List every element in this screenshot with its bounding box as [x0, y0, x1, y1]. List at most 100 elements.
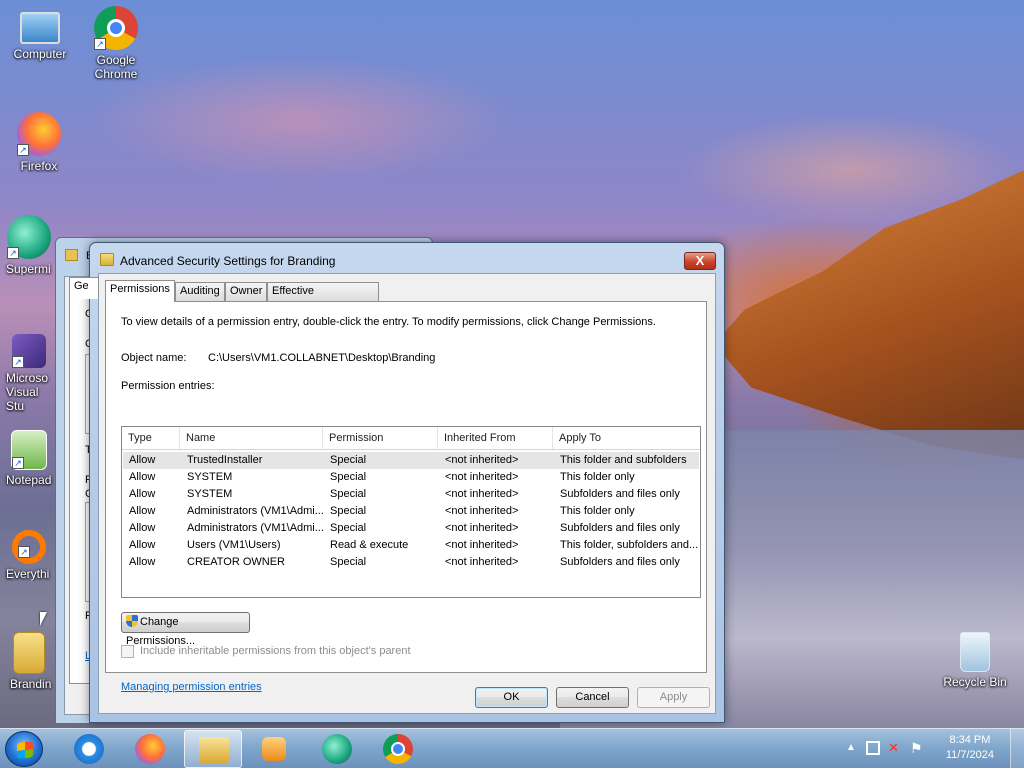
chrome-icon: ↗ [94, 6, 138, 50]
table-cell: Administrators (VM1\Admi... [187, 522, 324, 534]
button-label: Cancel [575, 691, 610, 703]
table-cell: Special [330, 505, 367, 517]
column-header-permission[interactable]: Permission [323, 427, 438, 449]
table-cell: Allow [129, 556, 156, 568]
desktop-icon-branding[interactable]: Brandin [0, 632, 58, 691]
taskbar-file-explorer[interactable] [184, 730, 242, 768]
taskbar-media-player[interactable] [245, 730, 303, 768]
show-desktop-button[interactable] [1010, 729, 1024, 769]
table-cell: This folder only [560, 471, 635, 483]
tab-auditing[interactable]: Auditing [175, 282, 225, 301]
column-label: Name [186, 432, 216, 444]
tab-label: Permissions [110, 283, 170, 295]
desktop-icon-recycle-bin[interactable]: Recycle Bin [936, 632, 1014, 689]
change-permissions-button[interactable]: Change Permissions... [121, 612, 250, 647]
table-row[interactable]: Allow SYSTEM Special <not inherited> This fo… [123, 469, 699, 486]
desktop-icon-label: Computer [13, 47, 67, 61]
button-label: OK [503, 691, 520, 703]
table-cell: Special [330, 454, 367, 466]
desktop-icon-chrome[interactable]: ↗ Google Chrome [78, 6, 154, 81]
taskbar: ▲ ✕ ⚑ 8:34 PM 11/7/2024 [0, 728, 1024, 769]
desktop-icon-notepad[interactable]: ↗ Notepad [0, 430, 58, 487]
managing-permission-entries-link[interactable]: Managing permission entries [121, 681, 262, 693]
table-row[interactable]: Allow SYSTEM Special <not inherited> Subfold… [123, 486, 699, 503]
volume-muted-icon[interactable]: ✕ [888, 740, 899, 756]
column-header-name[interactable]: Name [180, 427, 323, 449]
table-cell: SYSTEM [187, 488, 233, 500]
table-cell: This folder, subfolders and... [560, 539, 699, 551]
clock[interactable]: 8:34 PM 11/7/2024 [946, 733, 994, 763]
chrome-icon [383, 734, 413, 764]
table-cell: Administrators (VM1\Admi... [187, 505, 324, 517]
start-button[interactable] [5, 731, 43, 767]
taskbar-firefox[interactable] [121, 730, 179, 768]
column-header-inherited-from[interactable]: Inherited From [438, 427, 553, 449]
mouse-cursor-icon [40, 612, 47, 626]
desktop-icon-supermium[interactable]: ↗ Supermi [0, 215, 58, 276]
desktop-icon-firefox[interactable]: ↗ Firefox [1, 112, 77, 173]
tab-permissions[interactable]: Permissions [105, 280, 175, 302]
action-center-flag-icon[interactable]: ⚑ [910, 740, 923, 757]
table-cell: Special [330, 556, 367, 568]
tab-general[interactable]: Ge [69, 277, 99, 299]
folder-icon [100, 253, 114, 266]
cancel-button[interactable]: Cancel [556, 687, 629, 708]
network-icon[interactable] [866, 741, 880, 755]
column-header-type[interactable]: Type [122, 427, 180, 449]
table-cell: Allow [129, 522, 156, 534]
taskbar-chrome[interactable] [369, 730, 427, 768]
table-cell: <not inherited> [445, 454, 519, 466]
ok-button[interactable]: OK [475, 687, 548, 708]
media-player-icon [262, 737, 286, 761]
table-cell: Special [330, 488, 367, 500]
column-header-apply-to[interactable]: Apply To [553, 427, 700, 449]
notepad-icon: ↗ [11, 430, 47, 470]
instructions-text: To view details of a permission entry, d… [121, 316, 656, 328]
table-row[interactable]: Allow Administrators (VM1\Admi... Special <… [123, 503, 699, 520]
desktop-icon-label: Microso Visual Stu [6, 371, 49, 413]
table-cell: Special [330, 522, 367, 534]
taskbar-supermium[interactable] [308, 730, 366, 768]
table-cell: Subfolders and files only [560, 556, 680, 568]
table-cell: Special [330, 471, 367, 483]
close-icon: X [695, 253, 705, 268]
column-label: Type [128, 432, 152, 444]
table-cell: <not inherited> [445, 539, 519, 551]
show-hidden-icons-icon[interactable]: ▲ [846, 742, 856, 753]
table-cell: Allow [129, 454, 156, 466]
desktop-icon-computer[interactable]: Computer [2, 8, 78, 61]
table-row[interactable]: Allow CREATOR OWNER Special <not inherited>… [123, 554, 699, 571]
table-cell: <not inherited> [445, 471, 519, 483]
include-inheritable-checkbox[interactable] [121, 645, 134, 658]
wallpaper-rock [714, 170, 1024, 460]
tab-owner[interactable]: Owner [225, 282, 267, 301]
desktop-icon-label: Firefox [20, 159, 58, 173]
table-cell: Subfolders and files only [560, 488, 680, 500]
table-row[interactable]: Allow Users (VM1\Users) Read & execute <not… [123, 537, 699, 554]
desktop-icon-visual-studio[interactable]: ↗ Microso Visual Stu [0, 334, 58, 413]
advanced-security-dialog[interactable]: Advanced Security Settings for Branding … [89, 242, 725, 723]
dialog-title: Advanced Security Settings for Branding [120, 254, 336, 268]
table-cell: Allow [129, 505, 156, 517]
table-row[interactable]: Allow TrustedInstaller Special <not inherit… [123, 452, 699, 469]
table-cell: Allow [129, 539, 156, 551]
table-cell: Read & execute [330, 539, 409, 551]
tab-effective-permissions[interactable]: Effective Permissions [267, 282, 379, 314]
dialog-client-area: Permissions Auditing Owner Effective Per… [98, 273, 716, 714]
system-tray: ▲ ✕ ⚑ 8:34 PM 11/7/2024 [834, 729, 1024, 769]
button-label: Apply [659, 691, 688, 703]
shield-icon [126, 615, 138, 627]
table-cell: <not inherited> [445, 556, 519, 568]
taskbar-internet-explorer[interactable] [60, 730, 118, 768]
apply-button[interactable]: Apply [637, 687, 710, 708]
tab-label: Owner [230, 285, 263, 297]
clock-date: 11/7/2024 [945, 749, 994, 761]
recycle-bin-icon [960, 632, 990, 672]
table-row[interactable]: Allow Administrators (VM1\Admi... Special <… [123, 520, 699, 537]
permission-entries-list[interactable]: Type Name Permission Inherited From Appl… [121, 426, 701, 598]
close-button[interactable]: X [684, 252, 716, 270]
desktop-icon-label: Brandin [10, 677, 52, 691]
permission-entries-label: Permission entries: [121, 380, 215, 392]
table-cell: Subfolders and files only [560, 522, 680, 534]
desktop-icon-everything[interactable]: ↗ Everythi [0, 530, 58, 581]
